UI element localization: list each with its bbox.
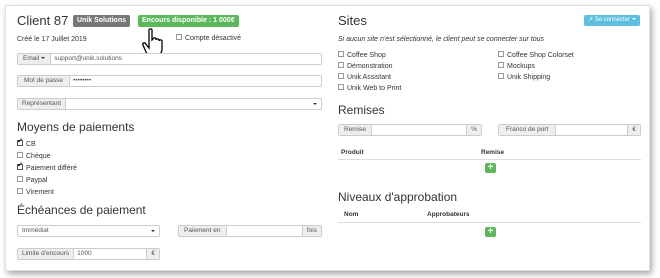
credit-badge: Encours disponible : 1 000€	[138, 15, 239, 27]
add-discount-button[interactable]: +	[485, 163, 496, 173]
checkbox-icon[interactable]	[338, 84, 344, 91]
free-shipping-suffix: €	[627, 125, 640, 135]
chevron-down-icon	[632, 18, 637, 21]
free-shipping-label: Franco de port	[499, 125, 557, 135]
password-input-group: Mot de passe ••••••••	[17, 75, 322, 87]
checkbox-icon[interactable]	[17, 152, 23, 159]
payment-in-group: Paiement en fois	[178, 225, 322, 237]
table-divider	[338, 159, 641, 160]
company-badge[interactable]: Unik Solutions	[73, 15, 130, 27]
approval-title: Niveaux d'approbation	[338, 190, 458, 204]
site-mockups[interactable]: Mockups	[498, 62, 535, 71]
payment-method-deferred[interactable]: Paiement différé	[17, 161, 77, 173]
free-shipping-group: Franco de port €	[498, 124, 641, 136]
checkbox-icon[interactable]	[498, 51, 504, 58]
add-approval-button[interactable]: +	[485, 227, 496, 237]
discount-field[interactable]	[372, 125, 466, 135]
site-unik-assistant[interactable]: Unik Assistant	[338, 73, 391, 82]
free-shipping-field[interactable]	[556, 125, 627, 135]
email-type-dropdown[interactable]: Email	[18, 54, 52, 64]
credit-limit-suffix: €	[146, 249, 159, 259]
password-label: Mot de passe	[18, 76, 71, 86]
chevron-down-icon	[151, 230, 155, 232]
chevron-down-icon	[313, 103, 317, 105]
payment-terms-title: Échéances de paiement	[17, 203, 146, 217]
payment-in-suffix: fois	[301, 226, 321, 236]
password-field[interactable]: ••••••••	[70, 76, 321, 86]
discount-label: Remise	[339, 125, 373, 135]
discount-suffix: %	[466, 125, 481, 135]
site-unik-web-to-print[interactable]: Unik Web to Print	[338, 84, 401, 93]
client-title: Client 87	[17, 13, 69, 28]
checkbox-icon[interactable]	[338, 73, 344, 80]
checkbox-icon[interactable]	[176, 34, 182, 41]
credit-limit-group: Limite d'encours 1000 €	[17, 248, 160, 260]
site-coffee-shop[interactable]: Coffee Shop	[338, 51, 386, 60]
payment-in-label: Paiement en	[179, 226, 227, 236]
checkbox-icon[interactable]	[17, 137, 23, 147]
connect-button[interactable]: ↗ Se connecter	[584, 15, 641, 26]
representative-select[interactable]	[66, 99, 321, 109]
payment-method-transfer[interactable]: Virement	[17, 188, 54, 197]
checkbox-icon[interactable]	[338, 62, 344, 69]
checkbox-icon[interactable]	[338, 51, 344, 58]
payment-term-select[interactable]: Immédiat	[17, 225, 160, 237]
table-divider	[338, 222, 641, 223]
site-unik-shipping[interactable]: Unik Shipping	[498, 73, 550, 82]
checkbox-icon[interactable]	[17, 161, 23, 171]
col-approvers: Approbateurs	[427, 211, 470, 218]
checkbox-icon[interactable]	[498, 62, 504, 69]
credit-limit-label: Limite d'encours	[18, 249, 75, 259]
discounts-title: Remises	[338, 103, 385, 117]
payment-methods-title: Moyens de paiements	[17, 120, 135, 134]
site-demonstration[interactable]: Démonstration	[338, 62, 393, 71]
created-date: Créé le 17 Juillet 2019	[17, 36, 87, 43]
payment-method-paypal[interactable]: Paypal	[17, 176, 47, 185]
email-field[interactable]: support@unik.solutions	[51, 54, 321, 64]
disabled-account-label: Compte désactivé	[185, 35, 242, 42]
email-input-group: Email support@unik.solutions	[17, 53, 322, 65]
discount-group: Remise %	[338, 124, 482, 136]
col-product: Produit	[341, 149, 364, 156]
representative-input-group: Représentant	[17, 98, 322, 110]
col-name: Nom	[344, 211, 359, 218]
payment-method-cb[interactable]: CB	[17, 137, 36, 149]
col-discount: Remise	[481, 149, 505, 156]
payment-in-field[interactable]	[227, 226, 302, 236]
checkbox-icon[interactable]	[17, 176, 23, 183]
chevron-down-icon	[41, 57, 46, 60]
sites-title: Sites	[338, 13, 367, 28]
representative-label: Représentant	[18, 99, 67, 109]
disabled-account-checkbox[interactable]: Compte désactivé	[176, 34, 241, 43]
checkbox-icon[interactable]	[498, 73, 504, 80]
payment-method-cheque[interactable]: Chèque	[17, 152, 51, 161]
sites-note: Si aucun site n'est sélectionné, le clie…	[338, 36, 545, 43]
credit-limit-field[interactable]: 1000	[74, 249, 146, 259]
site-coffee-shop-colorset[interactable]: Coffee Shop Colorset	[498, 51, 574, 60]
external-link-icon: ↗	[588, 17, 594, 23]
checkbox-icon[interactable]	[17, 188, 23, 195]
